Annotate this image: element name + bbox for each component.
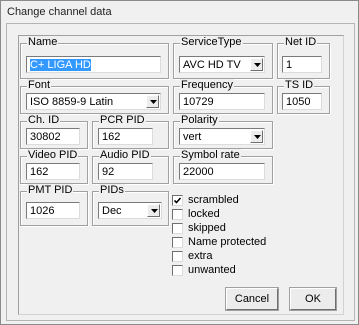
chevron-down-icon — [150, 100, 157, 104]
polarity-dropdown-button[interactable] — [250, 130, 263, 143]
service-type-value: AVC HD TV — [183, 59, 241, 71]
frequency-value: 10729 — [183, 96, 214, 108]
pmt-pid-value: 1026 — [30, 205, 55, 217]
locked-label: locked — [188, 208, 220, 220]
ch-id-input[interactable]: 30802 — [26, 128, 80, 145]
checkmark-icon — [173, 197, 182, 204]
service-type-select[interactable]: AVC HD TV — [179, 56, 265, 73]
font-label: Font — [27, 79, 52, 92]
scrambled-label: scrambled — [188, 194, 239, 206]
dialog-client-area: Name C+ LIGA HD ServiceType AVC HD TV Ne… — [6, 23, 355, 321]
pids-label: PIDs — [99, 184, 125, 197]
extra-checkbox[interactable] — [172, 251, 183, 262]
net-id-label: Net ID — [284, 36, 318, 49]
polarity-label: Polarity — [180, 114, 219, 127]
name-group: Name C+ LIGA HD — [20, 36, 169, 79]
unwanted-checkbox[interactable] — [172, 265, 183, 276]
service-type-label: ServiceType — [180, 36, 243, 49]
pids-value: Dec — [102, 205, 122, 217]
ts-id-value: 1050 — [286, 96, 311, 108]
font-value: ISO 8859-9 Latin — [30, 96, 114, 108]
pids-select[interactable]: Dec — [98, 202, 162, 219]
net-id-value: 1 — [286, 59, 293, 71]
ch-id-value: 30802 — [30, 131, 61, 143]
extra-label: extra — [188, 250, 213, 262]
symbol-rate-value: 22000 — [183, 166, 214, 178]
service-type-dropdown-button[interactable] — [250, 58, 263, 71]
ok-button[interactable]: OK — [289, 287, 337, 311]
cancel-button[interactable]: Cancel — [225, 287, 279, 311]
font-select[interactable]: ISO 8859-9 Latin — [26, 93, 161, 110]
frequency-input[interactable]: 10729 — [179, 93, 265, 110]
audio-pid-value: 92 — [102, 166, 115, 178]
polarity-select[interactable]: vert — [179, 128, 265, 145]
font-dropdown-button[interactable] — [146, 95, 159, 108]
pcr-pid-input[interactable]: 162 — [98, 128, 153, 145]
service-type-group: ServiceType AVC HD TV — [173, 36, 273, 79]
chevron-down-icon — [254, 135, 261, 139]
net-id-input[interactable]: 1 — [282, 56, 322, 73]
pcr-pid-value: 162 — [102, 131, 121, 143]
name-protected-checkbox[interactable] — [172, 237, 183, 248]
polarity-group: Polarity vert — [173, 114, 273, 149]
pmt-pid-group: PMT PID 1026 — [20, 184, 88, 226]
polarity-value: vert — [183, 131, 202, 143]
audio-pid-input[interactable]: 92 — [98, 163, 153, 180]
pids-dropdown-button[interactable] — [147, 204, 160, 217]
symbol-rate-label: Symbol rate — [180, 149, 241, 162]
pids-group: PIDs Dec — [92, 184, 169, 226]
ts-id-group: TS ID 1050 — [277, 79, 330, 114]
ch-id-group: Ch. ID 30802 — [20, 114, 88, 149]
name-value: C+ LIGA HD — [30, 59, 91, 71]
video-pid-input[interactable]: 162 — [26, 163, 80, 180]
ts-id-input[interactable]: 1050 — [282, 93, 322, 110]
dialog-title: Change channel data — [7, 6, 112, 18]
net-id-group: Net ID 1 — [277, 36, 330, 79]
video-pid-group: Video PID 162 — [20, 149, 88, 184]
name-input[interactable]: C+ LIGA HD — [26, 56, 161, 73]
symbol-rate-input[interactable]: 22000 — [179, 163, 265, 180]
name-label: Name — [27, 36, 59, 49]
title-bar[interactable]: Change channel data — [1, 1, 358, 23]
pcr-pid-group: PCR PID 162 — [92, 114, 169, 149]
skipped-label: skipped — [188, 222, 226, 234]
name-protected-label: Name protected — [188, 236, 267, 248]
ts-id-label: TS ID — [284, 79, 315, 92]
audio-pid-group: Audio PID 92 — [92, 149, 169, 184]
pcr-pid-label: PCR PID — [99, 114, 146, 127]
unwanted-label: unwanted — [188, 264, 236, 276]
skipped-checkbox[interactable] — [172, 223, 183, 234]
symbol-rate-group: Symbol rate 22000 — [173, 149, 273, 184]
dialog-window: Change channel data Name C+ LIGA HD Serv… — [0, 0, 359, 325]
video-pid-value: 162 — [30, 166, 49, 178]
frequency-group: Frequency 10729 — [173, 79, 273, 114]
chevron-down-icon — [151, 209, 158, 213]
pmt-pid-input[interactable]: 1026 — [26, 202, 80, 219]
scrambled-checkbox[interactable] — [172, 195, 183, 206]
locked-checkbox[interactable] — [172, 209, 183, 220]
ch-id-label: Ch. ID — [27, 114, 61, 127]
video-pid-label: Video PID — [27, 149, 79, 162]
audio-pid-label: Audio PID — [99, 149, 151, 162]
font-group: Font ISO 8859-9 Latin — [20, 79, 169, 114]
pmt-pid-label: PMT PID — [27, 184, 74, 197]
frequency-label: Frequency — [180, 79, 234, 92]
chevron-down-icon — [254, 63, 261, 67]
